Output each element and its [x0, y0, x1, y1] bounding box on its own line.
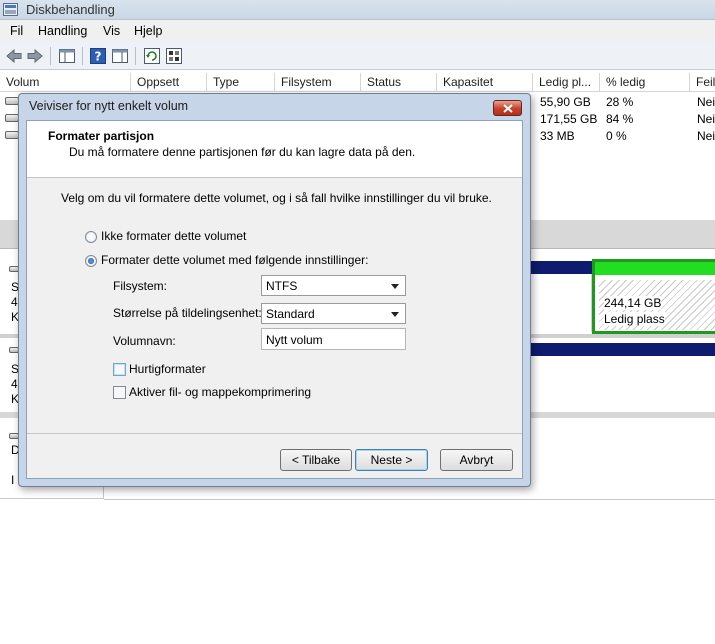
unallocated-band [595, 262, 715, 275]
divider [104, 499, 715, 500]
forward-arrow-icon[interactable] [26, 47, 44, 65]
chevron-down-icon [391, 312, 399, 317]
intro-text: Velg om du vil formatere dette volumet, … [61, 191, 492, 205]
radio-format[interactable] [85, 255, 97, 267]
partition-block[interactable] [530, 356, 715, 412]
allocation-unit-label: Størrelse på tildelingsenhet: [113, 306, 262, 320]
back-arrow-icon[interactable] [5, 47, 23, 65]
column-header-status[interactable]: Status [361, 73, 437, 92]
close-icon [502, 103, 513, 113]
row-free-space: 171,55 GB [540, 112, 598, 126]
action-pane-icon[interactable] [111, 47, 129, 65]
chevron-down-icon [391, 284, 399, 289]
new-simple-volume-wizard: Veiviser for nytt enkelt volum Formater … [18, 93, 531, 487]
toolbar-separator [50, 47, 51, 65]
properties-icon[interactable] [165, 47, 183, 65]
cancel-button[interactable]: Avbryt [440, 449, 513, 471]
window-title: Diskbehandling [26, 2, 115, 17]
column-header-oppsett[interactable]: Oppsett [131, 73, 207, 92]
row-fault: Nei [697, 129, 715, 143]
dialog-title: Veiviser for nytt enkelt volum [29, 99, 189, 113]
svg-text:?: ? [95, 50, 102, 64]
wizard-page-subtitle: Du må formatere denne partisjonen før du… [69, 145, 416, 159]
disk-label-box [0, 485, 104, 499]
column-header-type[interactable]: Type [207, 73, 275, 92]
column-header-pct-ledig[interactable]: % ledig [600, 73, 690, 92]
volume-name-value: Nytt volum [266, 333, 323, 347]
menu-hjelp[interactable]: Hjelp [134, 24, 163, 38]
wizard-page-title: Formater partisjon [48, 129, 155, 143]
disk-management-icon [3, 3, 18, 16]
filesystem-select[interactable]: NTFS [261, 275, 406, 296]
unallocated-label: Ledig plass [604, 312, 665, 326]
menu-vis[interactable]: Vis [103, 24, 120, 38]
row-free-space: 55,90 GB [540, 95, 591, 109]
disk-icon [5, 97, 19, 105]
row-pct-free: 28 % [606, 95, 634, 109]
quick-format-label[interactable]: Hurtigformater [129, 362, 206, 376]
next-button[interactable]: Neste > [355, 449, 428, 471]
menu-fil[interactable]: Fil [10, 24, 23, 38]
disk-label-stub: 4 [11, 295, 18, 309]
radio-no-format-label[interactable]: Ikke formater dette volumet [101, 229, 246, 243]
toolbar-separator [135, 47, 136, 65]
volume-name-label: Volumnavn: [113, 334, 176, 348]
column-header-volum[interactable]: Volum [0, 73, 131, 92]
volume-list-header: Volum Oppsett Type Filsystem Status Kapa… [0, 73, 715, 92]
radio-format-label[interactable]: Formater dette volumet med følgende inns… [101, 253, 368, 267]
quick-format-checkbox[interactable] [113, 363, 126, 376]
filesystem-label: Filsystem: [113, 279, 167, 293]
unallocated-size: 244,14 GB [604, 296, 662, 310]
allocation-unit-select[interactable]: Standard [261, 303, 406, 324]
disk-label-stub: 4 [11, 377, 18, 391]
column-header-ledig-plass[interactable]: Ledig pl... [533, 73, 600, 92]
compression-label[interactable]: Aktiver fil- og mappekomprimering [129, 385, 311, 399]
row-fault: Nei [697, 112, 715, 126]
primary-partition-band [530, 261, 592, 274]
toolbar: ? [0, 42, 715, 70]
dialog-body: Formater partisjon Du må formatere denne… [26, 120, 523, 479]
disk-icon [5, 131, 19, 139]
column-header-kapasitet[interactable]: Kapasitet [437, 73, 533, 92]
compression-checkbox[interactable] [113, 386, 126, 399]
close-button[interactable] [493, 100, 522, 116]
row-pct-free: 84 % [606, 112, 634, 126]
row-fault: Nei [697, 95, 715, 109]
disk-icon [5, 114, 19, 122]
column-header-feil[interactable]: Feil [690, 73, 715, 92]
volume-name-input[interactable]: Nytt volum [261, 328, 406, 350]
primary-partition-band [530, 343, 715, 356]
row-pct-free: 0 % [606, 129, 627, 143]
help-icon[interactable]: ? [89, 47, 107, 65]
back-button[interactable]: < Tilbake [280, 449, 352, 471]
dialog-separator [27, 433, 522, 434]
partition-block[interactable] [530, 274, 592, 332]
wizard-header: Formater partisjon Du må formatere denne… [27, 121, 522, 178]
row-free-space: 33 MB [540, 129, 575, 143]
radio-no-format[interactable] [85, 231, 97, 243]
refresh-icon[interactable] [143, 47, 161, 65]
column-header-filsystem[interactable]: Filsystem [275, 73, 361, 92]
filesystem-value: NTFS [266, 279, 298, 293]
allocation-unit-value: Standard [266, 307, 315, 321]
menubar: Fil Handling Vis Hjelp [0, 20, 715, 42]
menu-handling[interactable]: Handling [38, 24, 87, 38]
toolbar-separator [82, 47, 83, 65]
unallocated-partition[interactable]: 244,14 GB Ledig plass [592, 259, 715, 334]
disk-label-stub: I [11, 473, 15, 487]
console-tree-icon[interactable] [58, 47, 76, 65]
